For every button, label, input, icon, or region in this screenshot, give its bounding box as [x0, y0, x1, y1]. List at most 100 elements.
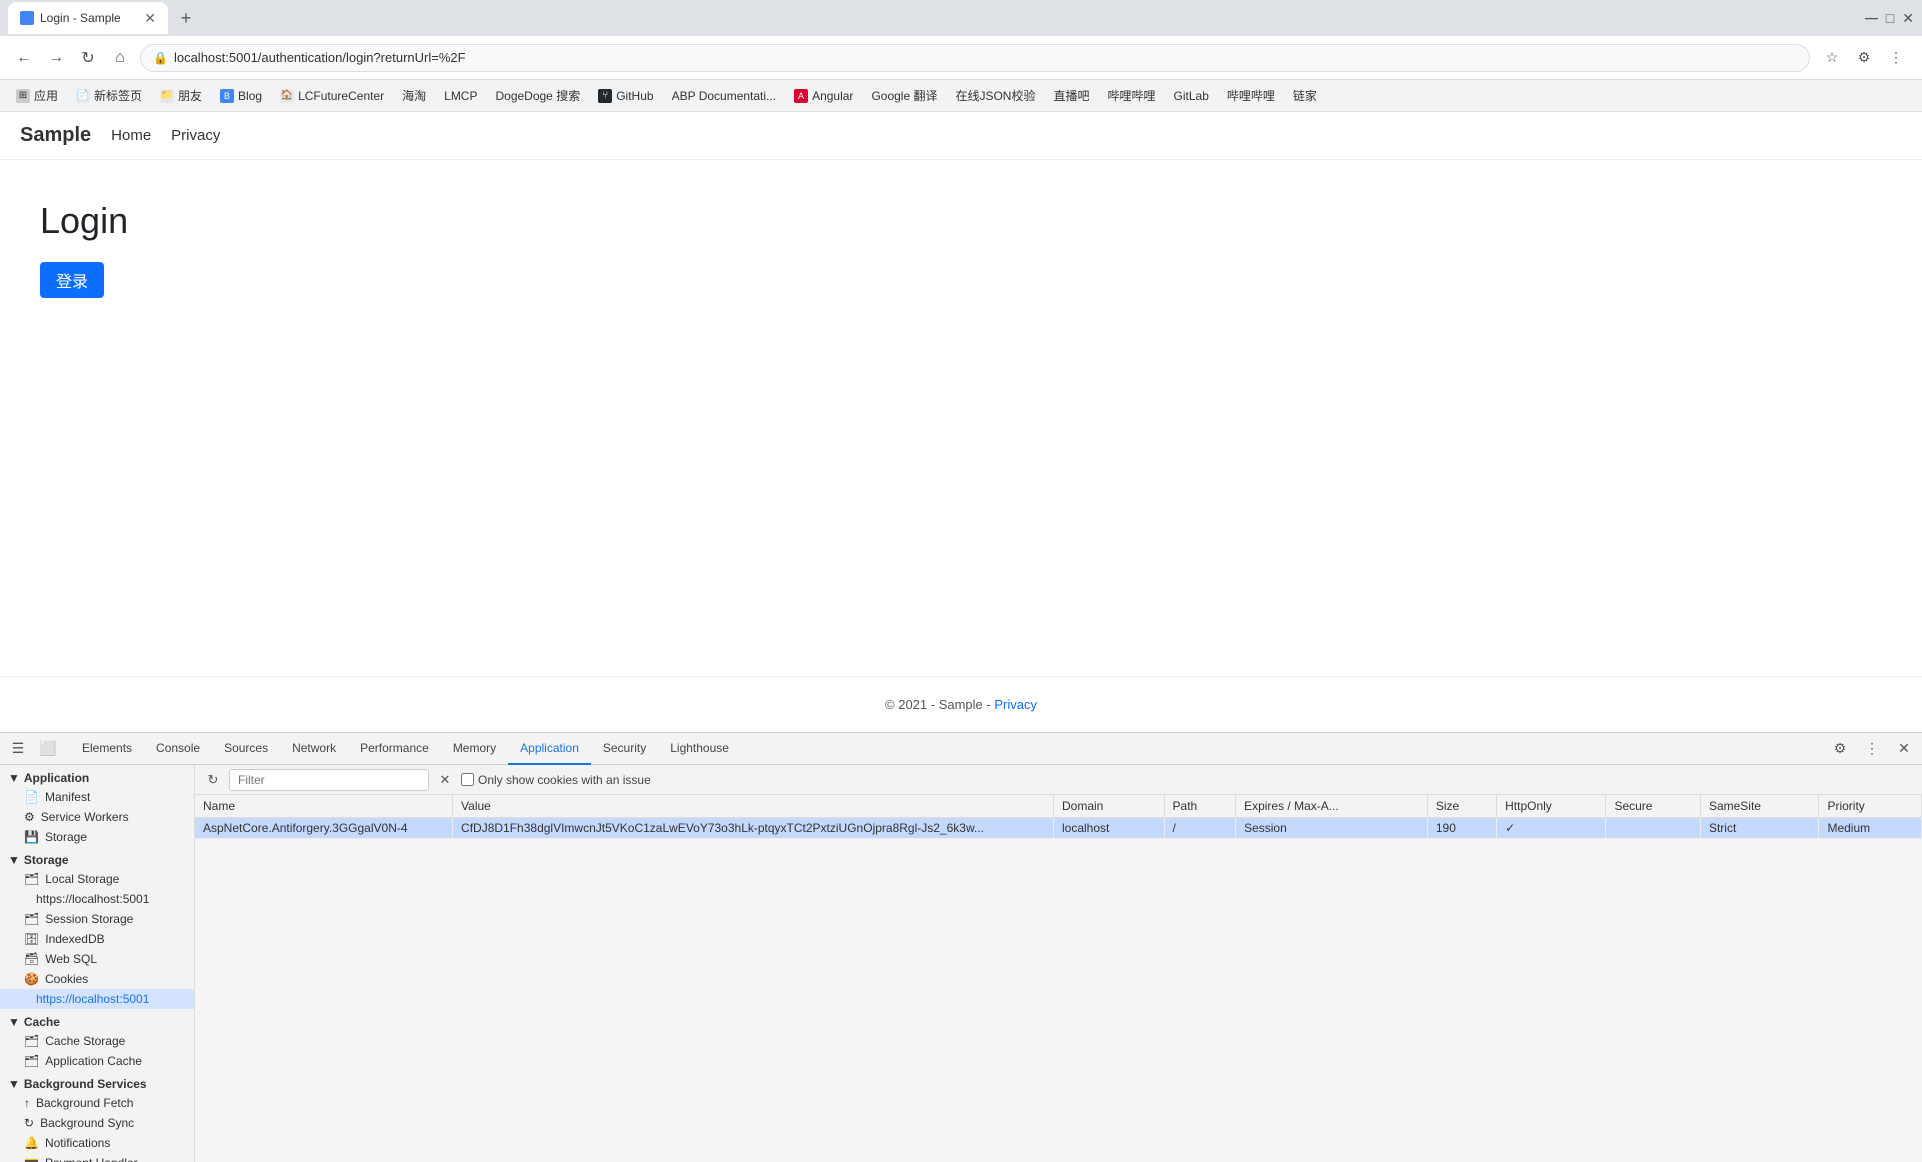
bookmark-new-tab[interactable]: 📄 新标签页 — [68, 85, 150, 106]
bookmark-bilibili2[interactable]: 哔哩哔哩 — [1219, 85, 1283, 106]
sidebar-header-storage[interactable]: ▼ Storage — [0, 847, 194, 869]
col-path[interactable]: Path — [1164, 795, 1236, 818]
col-size[interactable]: Size — [1427, 795, 1496, 818]
sidebar-header-bg-services[interactable]: ▼ Background Services — [0, 1071, 194, 1093]
sidebar-item-manifest[interactable]: 📄 Manifest — [0, 787, 194, 807]
tab-close-btn[interactable]: ✕ — [144, 10, 156, 27]
forward-button[interactable]: → — [44, 46, 68, 70]
col-value[interactable]: Value — [453, 795, 1054, 818]
tab-elements[interactable]: Elements — [70, 733, 144, 765]
sidebar-sub-cookies[interactable]: https://localhost:5001 — [0, 989, 194, 1009]
table-row[interactable]: AspNetCore.Antiforgery.3GGgalV0N-4CfDJ8D… — [195, 818, 1922, 839]
col-domain[interactable]: Domain — [1053, 795, 1164, 818]
sidebar-sub-local-storage[interactable]: https://localhost:5001 — [0, 889, 194, 909]
devtools-dock-btn[interactable]: ⬜ — [34, 735, 62, 763]
sidebar-header-cache[interactable]: ▼ Cache — [0, 1009, 194, 1031]
bookmark-lcfuture[interactable]: 🏠 LCFutureCenter — [272, 87, 392, 105]
login-button[interactable]: 登录 — [40, 262, 104, 298]
sidebar-item-cache-storage[interactable]: 🗂 Cache Storage — [0, 1031, 194, 1051]
tab-application[interactable]: Application — [508, 733, 591, 765]
url-box[interactable]: 🔒 localhost:5001/authentication/login?re… — [140, 44, 1810, 72]
filter-input[interactable] — [229, 769, 429, 791]
browser-tab[interactable]: Login - Sample ✕ — [8, 2, 168, 34]
bookmark-bilibili2-label: 哔哩哔哩 — [1227, 87, 1275, 104]
chevron-down-icon-storage: ▼ — [8, 853, 20, 867]
bookmark-translate[interactable]: Google 翻译 — [863, 85, 945, 106]
bookmark-lmcp[interactable]: LMCP — [436, 87, 485, 105]
refresh-button[interactable]: ↻ — [76, 46, 100, 70]
bookmark-live[interactable]: 直播吧 — [1045, 85, 1097, 106]
refresh-cookies-btn[interactable]: ↻ — [203, 770, 223, 790]
col-samesite[interactable]: SameSite — [1700, 795, 1819, 818]
bookmark-json[interactable]: 在线JSON校验 — [947, 85, 1043, 106]
sidebar-item-indexeddb[interactable]: 🗄 IndexedDB — [0, 929, 194, 949]
sidebar-item-session-storage[interactable]: 🗂 Session Storage — [0, 909, 194, 929]
service-workers-icon: ⚙ — [24, 810, 35, 824]
sidebar-item-payment-handler[interactable]: 💳 Payment Handler — [0, 1153, 194, 1162]
site-nav-home[interactable]: Home — [111, 127, 151, 144]
col-httponly[interactable]: HttpOnly — [1497, 795, 1606, 818]
tab-performance[interactable]: Performance — [348, 733, 441, 765]
sidebar-item-local-storage[interactable]: 🗂 Local Storage — [0, 869, 194, 889]
site-nav-privacy[interactable]: Privacy — [171, 127, 220, 144]
tab-security[interactable]: Security — [591, 733, 658, 765]
sidebar-item-cookies[interactable]: 🍪 Cookies — [0, 969, 194, 989]
bookmark-abp[interactable]: ABP Documentati... — [664, 87, 785, 105]
bookmark-github[interactable]: ⑂ GitHub — [590, 87, 661, 105]
sidebar-header-application[interactable]: ▼ Application — [0, 765, 194, 787]
sidebar-cache-storage-label: Cache Storage — [45, 1034, 125, 1048]
bookmark-angular[interactable]: A Angular — [786, 87, 861, 105]
bg-sync-icon: ↻ — [24, 1116, 34, 1130]
col-expires[interactable]: Expires / Max-A... — [1236, 795, 1428, 818]
bookmark-apps[interactable]: ⊞ 应用 — [8, 85, 66, 106]
col-priority[interactable]: Priority — [1819, 795, 1922, 818]
clear-filter-btn[interactable]: ✕ — [435, 770, 455, 790]
bookmark-gitlab[interactable]: GitLab — [1166, 87, 1217, 105]
bookmark-blog[interactable]: B Blog — [212, 87, 270, 105]
angular-icon: A — [794, 89, 808, 103]
new-tab-button[interactable]: + — [172, 4, 200, 32]
close-btn[interactable]: ✕ — [1902, 10, 1914, 27]
tab-memory[interactable]: Memory — [441, 733, 508, 765]
sidebar-item-application-cache[interactable]: 🗂 Application Cache — [0, 1051, 194, 1071]
sidebar-item-bg-sync[interactable]: ↻ Background Sync — [0, 1113, 194, 1133]
sidebar-service-workers-label: Service Workers — [41, 810, 129, 824]
tab-console[interactable]: Console — [144, 733, 212, 765]
tab-lighthouse[interactable]: Lighthouse — [658, 733, 741, 765]
devtools-toggle-btn[interactable]: ☰ — [4, 735, 32, 763]
back-button[interactable]: ← — [12, 46, 36, 70]
bookmark-dogedoge[interactable]: DogeDoge 搜索 — [487, 85, 588, 106]
maximize-btn[interactable]: □ — [1886, 10, 1894, 26]
menu-icon[interactable]: ⋮ — [1882, 44, 1910, 72]
only-issues-checkbox[interactable] — [461, 773, 474, 786]
sidebar-item-storage[interactable]: 💾 Storage — [0, 827, 194, 847]
bookmark-bilibili1[interactable]: 哔哩哔哩 — [1100, 85, 1164, 106]
col-name[interactable]: Name — [195, 795, 453, 818]
sidebar-local-storage-sub-label: https://localhost:5001 — [36, 892, 149, 906]
minimize-btn[interactable]: ─ — [1865, 8, 1878, 29]
tab-network[interactable]: Network — [280, 733, 348, 765]
tab-sources[interactable]: Sources — [212, 733, 280, 765]
only-issues-checkbox-label[interactable]: Only show cookies with an issue — [461, 773, 651, 787]
sidebar-item-notifications[interactable]: 🔔 Notifications — [0, 1133, 194, 1153]
home-button[interactable]: ⌂ — [108, 46, 132, 70]
devtools-close-btn[interactable]: ✕ — [1890, 735, 1918, 763]
bookmark-lianjia[interactable]: 链家 — [1285, 85, 1325, 106]
sidebar-item-web-sql[interactable]: 🗃 Web SQL — [0, 949, 194, 969]
bookmark-icon[interactable]: ☆ — [1818, 44, 1846, 72]
bookmark-haitao[interactable]: 海淘 — [394, 85, 434, 106]
sidebar-item-bg-fetch[interactable]: ↑ Background Fetch — [0, 1093, 194, 1113]
col-secure[interactable]: Secure — [1606, 795, 1700, 818]
sidebar-item-service-workers[interactable]: ⚙ Service Workers — [0, 807, 194, 827]
extension-icon[interactable]: ⚙ — [1850, 44, 1878, 72]
footer-privacy-link[interactable]: Privacy — [994, 697, 1037, 712]
devtools-more-btn[interactable]: ⋮ — [1858, 735, 1886, 763]
tab-favicon — [20, 11, 34, 25]
payment-handler-icon: 💳 — [24, 1156, 39, 1162]
sidebar-storage-header-label: Storage — [24, 853, 69, 867]
bookmark-friends[interactable]: 📁 朋友 — [152, 85, 210, 106]
devtools-settings-btn[interactable]: ⚙ — [1826, 735, 1854, 763]
lcfuture-icon: 🏠 — [280, 89, 294, 103]
sidebar-cache-header-label: Cache — [24, 1015, 60, 1029]
notifications-icon: 🔔 — [24, 1136, 39, 1150]
